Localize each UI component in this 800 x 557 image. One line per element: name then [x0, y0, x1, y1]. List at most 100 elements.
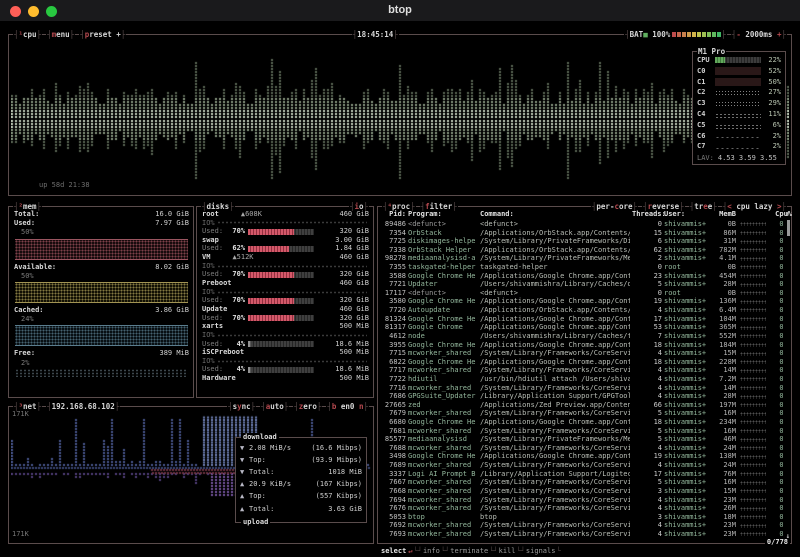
process-user: shivammis+	[664, 246, 708, 255]
process-cpu: 0.0	[770, 444, 783, 453]
process-user: shivammis+	[664, 366, 708, 375]
process-row[interactable]: 3498Google Chrome He/Applications/Google…	[379, 452, 783, 461]
process-mem: 16M	[710, 427, 736, 436]
disk-name-row[interactable]: iSCPreboot500 MiB	[202, 348, 369, 357]
process-row[interactable]: 6822Google Chrome He/Applications/Google…	[379, 358, 783, 367]
net-interface-selector[interactable]: ┤b en0 n├	[326, 402, 369, 411]
process-row[interactable]: 3955Google Chrome He/Applications/Google…	[379, 341, 783, 350]
disk-name-row[interactable]: Update460 GiB	[202, 305, 369, 314]
process-row[interactable]: 81324Google Chrome He/Applications/Googl…	[379, 315, 783, 324]
enter-key-icon: ↵	[408, 547, 412, 555]
process-row[interactable]: 5053btopbtop3shivammis+18M0.0	[379, 513, 783, 522]
process-row[interactable]: 85577mediaanalysisd/System/Library/Priva…	[379, 435, 783, 444]
kill-button[interactable]: kill	[499, 547, 516, 556]
process-row[interactable]: 3588Google Chrome He/Applications/Google…	[379, 272, 783, 281]
preset-button[interactable]: ┤preset +├	[79, 30, 126, 39]
menu-button[interactable]: ┤menu├	[46, 30, 75, 39]
process-row[interactable]: 81317Google Chrome/Applications/Google C…	[379, 323, 783, 332]
process-row[interactable]: 7668mcworker_shared/System/Library/Frame…	[379, 487, 783, 496]
process-command: /System/Library/Frameworks/CoreServi	[480, 487, 630, 496]
process-row[interactable]: 7676mcworker_shared/System/Library/Frame…	[379, 504, 783, 513]
process-cpu: 0.0	[770, 384, 783, 393]
process-row[interactable]: 3337Logi AI Prompt B/Library/Application…	[379, 470, 783, 479]
process-row[interactable]: 7694mcworker_shared/System/Library/Frame…	[379, 496, 783, 505]
process-mem: 454M	[710, 272, 736, 281]
process-row[interactable]: 7681mcworker_shared/System/Library/Frame…	[379, 427, 783, 436]
process-row[interactable]: 17117<defunct><defunct>0root0B0.0	[379, 289, 783, 298]
process-row[interactable]: 7725diskimages-helpe/System/Library/Priv…	[379, 237, 783, 246]
process-command: /System/Library/Frameworks/CoreServi	[480, 530, 630, 539]
column-header[interactable]: User:	[664, 210, 708, 219]
column-header[interactable]: Command:	[480, 210, 630, 219]
mem-used-graph	[15, 239, 188, 260]
process-row[interactable]: 7717mcworker_shared/System/Library/Frame…	[379, 366, 783, 375]
disk-io-row: IO%	[202, 357, 369, 366]
process-row[interactable]: 7716mcworker_shared/System/Library/Frame…	[379, 384, 783, 393]
column-header[interactable]: MemB	[710, 210, 736, 219]
process-user: shivammis+	[664, 254, 708, 263]
process-threads: 4	[632, 366, 662, 375]
process-row[interactable]: 7721Updater/Users/shivammishra/Library/C…	[379, 280, 783, 289]
column-header[interactable]: Pid:	[382, 210, 406, 219]
process-row[interactable]: 7338OrbStack Helper/Applications/OrbStac…	[379, 246, 783, 255]
process-threads: 18	[632, 341, 662, 350]
disk-name-row[interactable]: VM▲512K460 GiB	[202, 253, 369, 262]
process-user: shivammis+	[664, 504, 708, 513]
process-row[interactable]: 27665zed/Applications/Zed Preview.app/Co…	[379, 401, 783, 410]
disk-name-row[interactable]: Preboot460 GiB	[202, 279, 369, 288]
process-row[interactable]: 7355taskgated-helpertaskgated-helper0roo…	[379, 263, 783, 272]
disk-io-row: IO%	[202, 262, 369, 271]
process-row[interactable]: 7354OrbStack/Applications/OrbStack.app/C…	[379, 229, 783, 238]
disk-name-row[interactable]: swap3.00 GiB	[202, 236, 369, 245]
column-header[interactable]: Threads:	[632, 210, 662, 219]
process-row[interactable]: 6680Google Chrome He/Applications/Google…	[379, 418, 783, 427]
process-row[interactable]: 7720Autoupdate/Applications/OrbStack.app…	[379, 306, 783, 315]
net-toggle-auto[interactable]: ┤auto├	[260, 402, 289, 411]
process-row[interactable]: 7692mcworker_shared/System/Library/Frame…	[379, 521, 783, 530]
scrollbar-thumb[interactable]	[787, 220, 790, 236]
process-row[interactable]: 7688mcworker_shared/System/Library/Frame…	[379, 444, 783, 453]
process-row[interactable]: 7689mcworker_shared/System/Library/Frame…	[379, 461, 783, 470]
interval-minus-button[interactable]: -	[736, 30, 741, 39]
column-header[interactable]: Program:	[408, 210, 478, 219]
process-row[interactable]: 7693mcworker_shared/System/Library/Frame…	[379, 530, 783, 539]
battery-icon: ■	[643, 30, 648, 39]
process-row[interactable]: 7686GPGSuite_Updater/Library/Application…	[379, 392, 783, 401]
process-mem: 31M	[710, 237, 736, 246]
disk-name-row[interactable]: root▲608K460 GiB	[202, 210, 369, 219]
process-row[interactable]: 7722hdiutil/usr/bin/hdiutil attach /User…	[379, 375, 783, 384]
process-command: /Library/Application Support/GPGTool	[480, 392, 630, 401]
signals-button[interactable]: signals	[526, 547, 556, 556]
process-mem: 0B	[710, 263, 736, 272]
mem-stat-row: Used:7.97 GiB	[14, 219, 189, 228]
process-row[interactable]: 7679mcworker_shared/System/Library/Frame…	[379, 409, 783, 418]
process-threads: 7	[632, 332, 662, 341]
info-button[interactable]: info	[423, 547, 440, 556]
core-percent: 22%	[761, 56, 781, 65]
process-row[interactable]: 98278mediaanalysisd-a/System/Library/Pri…	[379, 254, 783, 263]
process-command: /Applications/Google Chrome.app/Cont	[480, 323, 630, 332]
process-user: shivammis+	[664, 237, 708, 246]
update-interval[interactable]: ┤- 2000ms +├	[731, 30, 787, 39]
disk-name-row[interactable]: Hardware500 MiB	[202, 374, 369, 383]
process-mem-graph	[740, 222, 766, 226]
core-label: C3	[697, 99, 715, 108]
terminate-button[interactable]: terminate	[450, 547, 488, 556]
scroll-up-arrow[interactable]: ↑	[786, 210, 790, 219]
network-stats-panel: download ▼2.08 MiB/s(16.6 Mibps)▼Top:(93…	[235, 437, 367, 523]
process-cpu: 0.0	[770, 341, 783, 350]
disk-name-row[interactable]: xarts500 MiB	[202, 322, 369, 331]
cpu-box-title[interactable]: ┤¹cpu├	[13, 30, 42, 39]
process-row[interactable]: 7667mcworker_shared/System/Library/Frame…	[379, 478, 783, 487]
select-button[interactable]: select↵	[381, 547, 413, 556]
process-threads: 18	[632, 418, 662, 427]
process-mem: 15M	[710, 349, 736, 358]
core-row: CPU22%	[697, 55, 781, 66]
net-toggle-zero[interactable]: ┤zero├	[293, 402, 322, 411]
process-row[interactable]: 4612node/Users/shivammishra/Library/Cach…	[379, 332, 783, 341]
process-row[interactable]: 3580Google Chrome He/Applications/Google…	[379, 297, 783, 306]
process-command: /System/Library/Frameworks/CoreServi	[480, 409, 630, 418]
net-toggle-sync[interactable]: ┤sync├	[227, 402, 256, 411]
process-row[interactable]: 7715mcworker_shared/System/Library/Frame…	[379, 349, 783, 358]
process-row[interactable]: 89486<defunct><defunct>0shivammis+0B0.0	[379, 220, 783, 229]
